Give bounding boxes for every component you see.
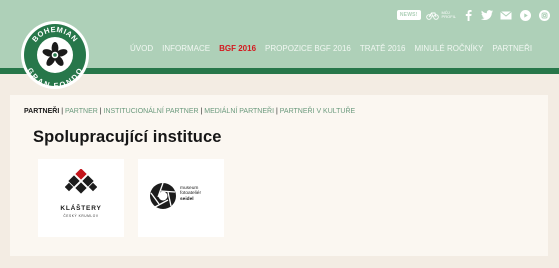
- nav-item-informace[interactable]: INFORMACE: [162, 44, 210, 53]
- nav-item-trate[interactable]: TRATĚ 2016: [360, 44, 406, 53]
- partner-card-klastery[interactable]: KLÁŠTERY ČESKÝ KRUMLOV: [38, 159, 124, 237]
- play-icon[interactable]: [518, 8, 532, 22]
- partner-subtitle: ČESKÝ KRUMLOV: [63, 214, 99, 218]
- main-navigation: ÚVOD INFORMACE BGF 2016 PROPOZICE BGF 20…: [130, 44, 532, 53]
- bohemian-gran-fondo-logo[interactable]: BOHEMIAN GRAN FONDO: [20, 20, 90, 90]
- nav-item-bgf-2016[interactable]: BGF 2016: [219, 44, 256, 53]
- page-title: Spolupracující instituce: [33, 128, 222, 146]
- breadcrumb-link-kultura[interactable]: PARTNEŘI V KULTUŘE: [280, 108, 355, 115]
- nav-item-propozice[interactable]: PROPOZICE BGF 2016: [265, 44, 351, 53]
- breadcrumb-link-medialni[interactable]: MEDIÁLNÍ PARTNEŘI: [204, 108, 274, 115]
- breadcrumb-link-institucionalni[interactable]: INSTITUCIONÁLNÍ PARTNER: [104, 108, 199, 115]
- partner-name: KLÁŠTERY: [60, 205, 102, 212]
- nav-item-uvod[interactable]: ÚVOD: [130, 44, 153, 53]
- twitter-icon[interactable]: [480, 8, 494, 22]
- mail-icon[interactable]: [499, 8, 513, 22]
- partner-line-seidel: seidel: [180, 196, 194, 202]
- breadcrumb: PARTNEŘI | PARTNER | INSTITUCIONÁLNÍ PAR…: [24, 108, 355, 115]
- news-badge[interactable]: NEWS!: [396, 10, 421, 20]
- instagram-icon[interactable]: [537, 8, 551, 22]
- breadcrumb-link-partner[interactable]: PARTNER: [65, 108, 98, 115]
- partner-card-museum-seidel[interactable]: museum fotoateliér seidel: [138, 159, 224, 237]
- aperture-logo-icon: [150, 182, 176, 209]
- partner-text: museum fotoateliér seidel: [180, 186, 201, 202]
- nav-item-minule-rocniky[interactable]: MINULÉ ROČNÍKY: [415, 44, 484, 53]
- klastery-logo-icon: [65, 169, 97, 194]
- nav-item-partneri[interactable]: PARTNEŘI: [492, 44, 532, 53]
- breadcrumb-current: PARTNEŘI: [24, 108, 60, 115]
- bike-icon: [426, 8, 440, 22]
- profile-link[interactable]: MŮJ PROFIL: [426, 8, 456, 22]
- facebook-icon[interactable]: [461, 8, 475, 22]
- profile-label: MŮJ PROFIL: [441, 10, 456, 19]
- top-utility-bar: NEWS! MŮJ PROFIL: [396, 8, 551, 22]
